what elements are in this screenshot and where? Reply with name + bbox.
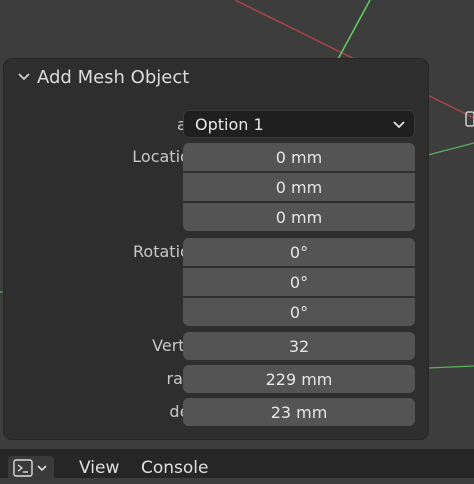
location-z-value: 0 mm xyxy=(275,207,323,227)
console-icon xyxy=(13,459,47,477)
console-header xyxy=(0,449,474,478)
radius-field[interactable]: 229 mm xyxy=(183,365,415,393)
rotation-x-value: 0° xyxy=(289,242,309,262)
depth-value: 23 mm xyxy=(270,402,328,422)
grid-line xyxy=(427,365,474,369)
y-axis-line xyxy=(337,0,371,60)
location-x-value: 0 mm xyxy=(275,147,323,167)
location-x-field[interactable]: 0 mm xyxy=(183,143,415,171)
rotation-z-value: 0° xyxy=(289,302,309,322)
location-z-field[interactable]: 0 mm xyxy=(183,203,415,231)
grid-line xyxy=(427,142,474,156)
chevron-down-icon[interactable] xyxy=(17,71,31,83)
location-y-field[interactable]: 0 mm xyxy=(183,173,415,201)
vertices-field[interactable]: 32 xyxy=(183,332,415,360)
editor-type-button[interactable] xyxy=(8,456,54,480)
radius-value: 229 mm xyxy=(265,369,333,389)
menu-console[interactable]: Console xyxy=(141,458,209,478)
menu-view[interactable]: View xyxy=(79,458,119,478)
align-value: Option 1 xyxy=(195,115,264,134)
rotation-y-field[interactable]: 0° xyxy=(183,268,415,296)
align-dropdown[interactable]: Option 1 xyxy=(183,110,415,138)
location-y-value: 0 mm xyxy=(275,177,323,197)
chevron-down-icon xyxy=(393,121,405,129)
vertices-value: 32 xyxy=(288,336,310,356)
chevron-down-icon xyxy=(37,465,47,472)
panel-title: Add Mesh Object xyxy=(37,67,190,88)
panel-header[interactable]: Add Mesh Object xyxy=(4,59,428,97)
rotation-z-field[interactable]: 0° xyxy=(183,298,415,326)
rotation-y-value: 0° xyxy=(289,272,309,292)
rotation-x-field[interactable]: 0° xyxy=(183,238,415,266)
depth-field[interactable]: 23 mm xyxy=(183,398,415,426)
